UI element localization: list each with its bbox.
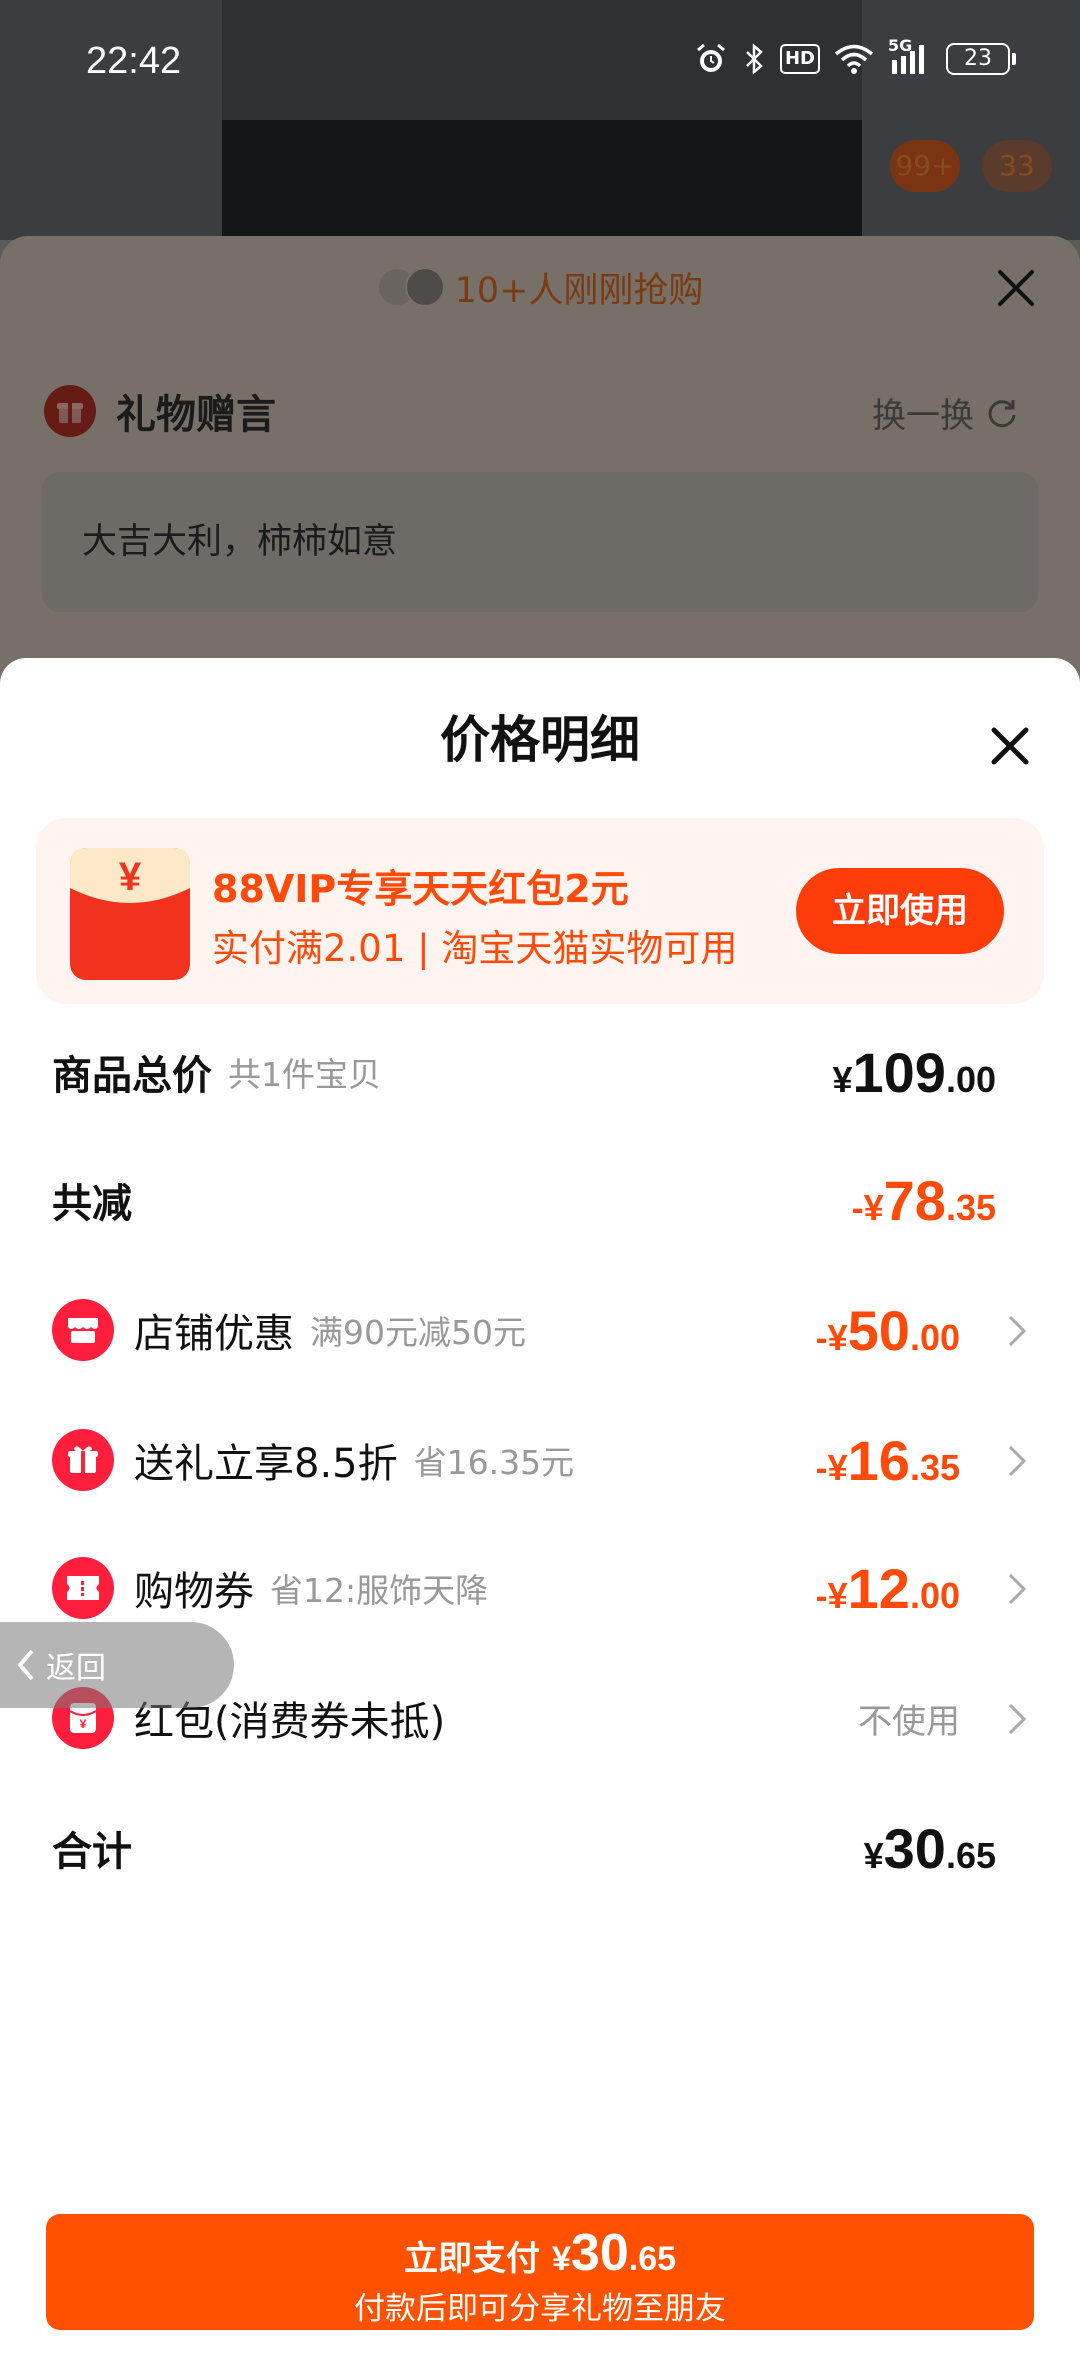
amount-decimal: .00	[945, 1058, 996, 1100]
currency-symbol: -¥	[815, 1446, 848, 1488]
row-label: 购物券	[134, 1569, 254, 1615]
row-label: 送礼立享8.5折	[134, 1441, 398, 1487]
pay-label: 立即支付	[403, 2239, 540, 2278]
amount-integer: 30	[570, 2223, 629, 2282]
red-envelope-glyph: ¥	[80, 1717, 87, 1731]
pay-amount: ¥30.65	[552, 2223, 676, 2283]
battery-level: 23	[946, 43, 1010, 75]
sheet-title: 价格明细	[440, 711, 640, 769]
sum-row: 合计 ¥30.65	[52, 1808, 1032, 1888]
signal-bars-icon	[892, 45, 924, 74]
amount-integer: 109	[852, 1040, 946, 1104]
gift-discount-row[interactable]: 送礼立享8.5折 省16.35元 -¥ 16.35	[52, 1420, 1032, 1500]
status-icons: HD 5G 23	[694, 36, 1016, 76]
row-sublabel: 满90元减50元	[310, 1313, 526, 1352]
shop-icon	[52, 1299, 114, 1361]
amount-decimal: .00	[909, 1574, 960, 1616]
shop-discount-amount: -¥ 50.00	[816, 1298, 960, 1363]
amount-decimal: .00	[909, 1316, 960, 1358]
total-reduction-row: 共减 -¥ 78.35	[52, 1160, 1032, 1240]
coupon-icon	[52, 1557, 114, 1619]
amount-integer: 50	[847, 1298, 910, 1362]
row-sublabel: 省12:服饰天降	[270, 1571, 489, 1610]
currency-symbol: -¥	[851, 1186, 884, 1228]
background-badge: 33	[982, 140, 1052, 192]
red-envelope-glyph: ¥	[119, 855, 142, 899]
amount-decimal: .35	[945, 1186, 996, 1228]
goods-total-row: 商品总价 共1件宝贝 ¥109.00	[52, 1032, 1032, 1112]
row-label: 店铺优惠	[134, 1311, 294, 1357]
currency-symbol: ¥	[863, 1834, 884, 1876]
buyer-avatars	[376, 267, 445, 307]
vip-red-packet-banner: ¥ 88VIP专享天天红包2元 实付满2.01 | 淘宝天猫实物可用 立即使用	[36, 818, 1044, 1004]
row-label: 合计	[52, 1829, 132, 1875]
back-label: 返回	[46, 1651, 106, 1686]
gift-message-title: 礼物赠言	[116, 392, 276, 438]
amount-integer: 30	[883, 1816, 946, 1880]
currency-symbol: ¥	[832, 1058, 853, 1100]
chevron-right-icon	[1008, 1573, 1027, 1605]
back-button[interactable]: 返回	[0, 1622, 234, 1708]
sum-amount: ¥30.65	[864, 1816, 996, 1881]
status-time: 22:42	[86, 40, 182, 82]
red-packet-value: 不使用	[858, 1694, 960, 1743]
chevron-right-icon	[1008, 1445, 1027, 1477]
promo-title: 88VIP专享天天红包2元	[212, 867, 629, 911]
promo-subtitle: 实付满2.01 | 淘宝天猫实物可用	[212, 927, 738, 970]
row-label: 商品总价	[52, 1053, 212, 1099]
avatar	[404, 267, 445, 307]
cellular-signal: 5G	[888, 36, 932, 76]
pay-subtitle: 付款后即可分享礼物至朋友	[354, 2290, 726, 2326]
swap-button[interactable]: 换一换	[872, 388, 1020, 437]
chevron-right-icon	[1008, 1703, 1027, 1735]
row-label: 共减	[52, 1181, 132, 1227]
currency-symbol: -¥	[815, 1316, 848, 1358]
gift-discount-amount: -¥ 16.35	[816, 1428, 960, 1493]
coupon-amount: -¥ 12.00	[816, 1556, 960, 1621]
wifi-icon	[834, 44, 874, 74]
refresh-icon	[988, 399, 1016, 427]
close-icon[interactable]	[984, 720, 1036, 772]
amount-decimal: .65	[628, 2239, 677, 2278]
chevron-right-icon	[1008, 1315, 1027, 1347]
use-now-button[interactable]: 立即使用	[796, 868, 1004, 954]
status-bar: 22:42 HD 5G 23	[0, 0, 1080, 120]
battery-tip	[1012, 53, 1016, 65]
row-sublabel: 共1件宝贝	[228, 1055, 381, 1094]
background-video-frame	[222, 120, 862, 250]
coupon-row[interactable]: 购物券 省12:服饰天降 -¥ 12.00	[52, 1548, 1032, 1628]
buyers-text: 10+人刚刚抢购	[454, 270, 704, 311]
amount-decimal: .65	[945, 1834, 996, 1876]
swap-label: 换一换	[872, 396, 974, 436]
pay-now-button[interactable]: 立即支付 ¥30.65 付款后即可分享礼物至朋友	[46, 2214, 1034, 2330]
gift-icon	[44, 385, 96, 437]
total-reduction-amount: -¥ 78.35	[852, 1168, 996, 1233]
gift-message-field[interactable]: 大吉大利，柿柿如意	[42, 472, 1038, 612]
amount-integer: 12	[847, 1556, 910, 1620]
background-badge: 99+	[890, 140, 960, 192]
background-buyers-row: 10+人刚刚抢购	[0, 258, 1080, 316]
close-icon[interactable]	[990, 262, 1042, 314]
red-envelope-icon: ¥	[70, 848, 190, 980]
goods-total-amount: ¥109.00	[832, 1040, 996, 1105]
hd-badge: HD	[779, 44, 820, 74]
amount-decimal: .35	[909, 1446, 960, 1488]
row-sublabel: 省16.35元	[413, 1443, 575, 1482]
bluetooth-icon	[746, 43, 763, 75]
amount-integer: 78	[883, 1168, 946, 1232]
alarm-icon	[697, 43, 725, 72]
not-use-label: 不使用	[858, 1701, 960, 1742]
amount-integer: 16	[847, 1428, 910, 1492]
gift-icon	[52, 1429, 114, 1491]
chevron-left-icon	[17, 1649, 34, 1681]
currency-symbol: -¥	[815, 1574, 848, 1616]
battery-icon: 23	[946, 43, 1016, 75]
shop-discount-row[interactable]: 店铺优惠 满90元减50元 -¥ 50.00	[52, 1290, 1032, 1370]
gift-message-header: 礼物赠言	[44, 382, 276, 440]
currency-symbol: ¥	[551, 2239, 571, 2278]
pay-button-main: 立即支付 ¥30.65	[46, 2223, 1034, 2283]
